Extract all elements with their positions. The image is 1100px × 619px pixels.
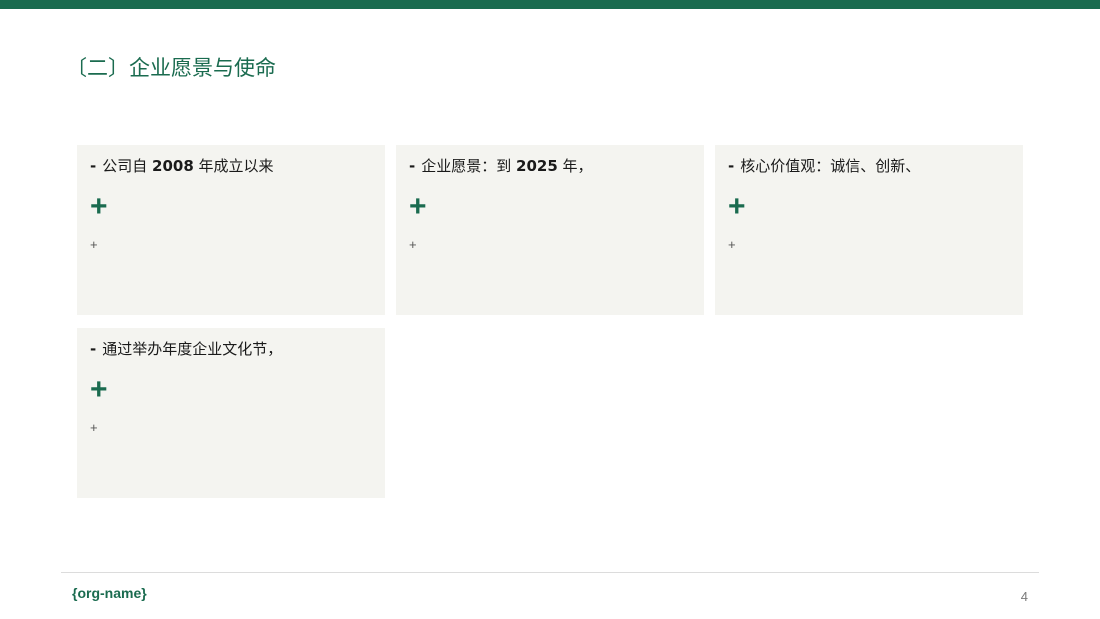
card-year: 2025 [516, 157, 558, 175]
bullet-dash: - [409, 157, 416, 175]
content-card-2: - 企业愿景：到 2025 年， + + [396, 145, 704, 315]
content-card-4: - 通过举办年度企业文化节， + + [77, 328, 385, 498]
card-text-part: 公司自 [102, 157, 153, 175]
content-card-1: - 公司自 2008 年成立以来 + + [77, 145, 385, 315]
plus-large-icon: + [728, 190, 746, 223]
footer-divider [61, 572, 1039, 573]
plus-large-icon: + [90, 190, 108, 223]
footer-org-name: {org-name} [72, 585, 147, 601]
card-text: - 企业愿景：到 2025 年， [409, 155, 593, 177]
plus-small-icon: + [90, 237, 98, 252]
card-text: - 核心价值观：诚信、创新、 [728, 155, 920, 177]
card-text-part: 核心价值观：诚信、创新、 [740, 157, 921, 175]
top-accent-bar [0, 0, 1100, 9]
plus-large-icon: + [90, 373, 108, 406]
card-text-part: 年， [557, 157, 593, 175]
card-text-part: 通过举办年度企业文化节， [102, 340, 283, 358]
bullet-dash: - [90, 157, 97, 175]
card-text: - 通过举办年度企业文化节， [90, 338, 282, 360]
content-card-3: - 核心价值观：诚信、创新、 + + [715, 145, 1023, 315]
bullet-dash: - [728, 157, 735, 175]
plus-small-icon: + [728, 237, 736, 252]
plus-small-icon: + [90, 420, 98, 435]
card-text: - 公司自 2008 年成立以来 [90, 155, 274, 177]
plus-small-icon: + [409, 237, 417, 252]
slide-title: 〔二〕企业愿景与使命 [66, 56, 276, 80]
card-text-part: 企业愿景：到 [421, 157, 517, 175]
card-year: 2008 [152, 157, 194, 175]
bullet-dash: - [90, 340, 97, 358]
plus-large-icon: + [409, 190, 427, 223]
page-number: 4 [1020, 589, 1028, 604]
card-text-part: 年成立以来 [193, 157, 274, 175]
